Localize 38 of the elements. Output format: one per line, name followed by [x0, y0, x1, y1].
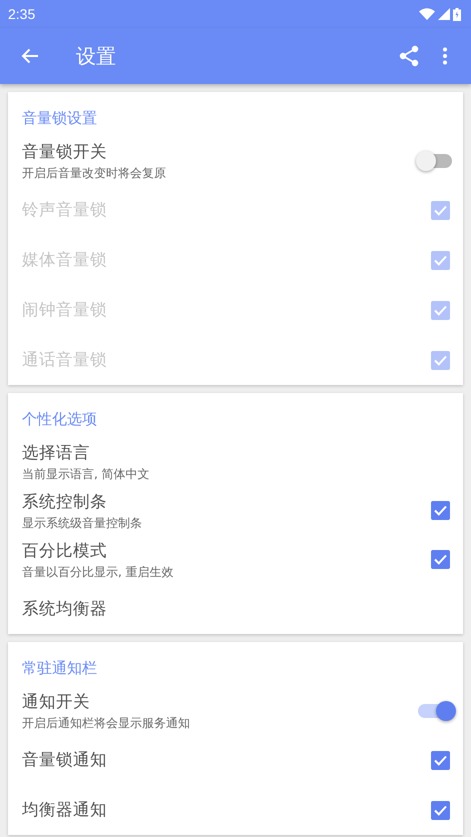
checkbox[interactable]	[431, 800, 450, 820]
setting-title[interactable]: 通知开关	[22, 690, 190, 714]
setting-title[interactable]: 百分比模式	[22, 538, 174, 562]
setting-title[interactable]: 音量锁开关	[22, 140, 166, 164]
check-icon	[434, 254, 447, 266]
status-time: 2:35	[8, 6, 36, 22]
check-icon	[434, 804, 447, 816]
section-header: 个性化选项	[22, 409, 97, 430]
section-header: 常驻通知栏	[22, 658, 97, 679]
setting-summary: 显示系统级音量控制条	[22, 514, 142, 532]
setting-summary: 开启后通知栏将会显示服务通知	[22, 714, 190, 732]
setting-title[interactable]: 系统控制条	[22, 490, 142, 514]
back-icon[interactable]	[21, 48, 39, 64]
setting-title[interactable]: 选择语言	[22, 440, 150, 464]
check-icon	[434, 354, 447, 366]
share-icon[interactable]	[399, 45, 419, 67]
check-icon	[434, 304, 447, 316]
checkbox[interactable]	[431, 501, 450, 520]
checkbox[interactable]	[431, 550, 450, 569]
setting-summary: 开启后音量改变时将会复原	[22, 164, 166, 182]
toggle-switch[interactable]	[418, 700, 454, 722]
check-icon	[434, 754, 447, 766]
more-options-icon[interactable]	[442, 47, 448, 65]
setting-title[interactable]: 音量锁通知	[22, 748, 107, 772]
toggle-switch[interactable]	[418, 150, 454, 172]
wifi-icon	[419, 8, 435, 20]
setting-summary: 当前显示语言, 简体中文	[22, 466, 150, 482]
section-header: 音量锁设置	[22, 108, 97, 129]
checkbox[interactable]	[431, 750, 450, 770]
check-icon	[434, 204, 447, 216]
setting-title[interactable]: 系统均衡器	[22, 597, 107, 621]
check-icon	[434, 505, 447, 516]
check-icon	[434, 554, 447, 565]
setting-title[interactable]: 均衡器通知	[22, 798, 107, 822]
signal-icon	[438, 8, 450, 20]
setting-summary: 音量以百分比显示, 重启生效	[22, 564, 174, 580]
page-title: 设置	[76, 42, 117, 70]
battery-icon	[453, 8, 461, 20]
